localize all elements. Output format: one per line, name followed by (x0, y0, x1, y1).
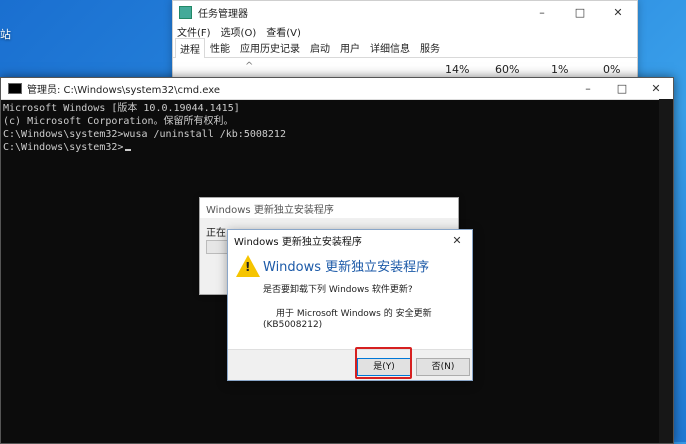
highlight-box (355, 347, 412, 379)
update-name: 用于 Microsoft Windows 的 安全更新 (276, 309, 432, 319)
dialog-heading: Windows 更新独立安装程序 (263, 260, 430, 275)
task-manager-titlebar[interactable]: 任务管理器 – □ ✕ (173, 1, 637, 23)
dialog-footer: 是(Y) 否(N) (228, 349, 472, 380)
update-kb: (KB5008212) (263, 320, 323, 330)
close-button[interactable]: ✕ (599, 6, 637, 19)
warning-icon-mark: ! (245, 260, 251, 274)
task-manager-icon (179, 5, 192, 19)
console-line: (c) Microsoft Corporation。保留所有权利。 (3, 116, 234, 127)
tab-users[interactable]: 用户 (335, 37, 365, 57)
dialog-question: 是否要卸载下列 Windows 软件更新? (263, 285, 413, 295)
uninstall-confirm-dialog: Windows 更新独立安装程序 ✕ ! Windows 更新独立安装程序 是否… (227, 229, 473, 381)
no-button[interactable]: 否(N) (416, 358, 470, 376)
dialog-title: Windows 更新独立安装程序 (234, 236, 362, 248)
tab-details[interactable]: 详细信息 (365, 37, 415, 57)
console-prompt: C:\Windows\system32> (3, 142, 124, 153)
console-line: Microsoft Windows [版本 10.0.19044.1415] (3, 103, 240, 114)
console-output[interactable]: Microsoft Windows [版本 10.0.19044.1415] (c… (1, 100, 673, 156)
console-line: C:\Windows\system32>wusa /uninstall /kb:… (3, 129, 286, 140)
tab-app-history[interactable]: 应用历史记录 (235, 37, 305, 57)
installer-progress-title[interactable]: Windows 更新独立安装程序 (200, 198, 458, 218)
minimize-button[interactable]: – (571, 82, 605, 95)
maximize-button[interactable]: □ (605, 82, 639, 95)
tab-processes[interactable]: 进程 (175, 38, 205, 58)
network-usage[interactable]: 0% (603, 63, 620, 76)
maximize-button[interactable]: □ (561, 6, 599, 19)
close-icon[interactable]: ✕ (442, 234, 472, 247)
cpu-usage[interactable]: 14% (445, 63, 469, 76)
dialog-titlebar[interactable]: Windows 更新独立安装程序 ✕ (228, 230, 472, 250)
cmd-title: 管理员: C:\Windows\system32\cmd.exe (27, 85, 221, 96)
memory-usage[interactable]: 60% (495, 63, 519, 76)
task-manager-window: 任务管理器 – □ ✕ 文件(F) 选项(O) 查看(V) 进程 性能 应用历史… (172, 0, 638, 84)
task-manager-tabs: 进程 性能 应用历史记录 启动 用户 详细信息 服务 (173, 37, 637, 58)
close-button[interactable]: ✕ (639, 82, 673, 95)
disk-usage[interactable]: 1% (551, 63, 568, 76)
console-prompt-line: C:\Windows\system32> (3, 141, 671, 154)
text-cursor (125, 149, 132, 151)
desktop-icon-label[interactable]: 站 (0, 26, 11, 42)
installer-progress-text: 正在 (206, 228, 226, 239)
cmd-titlebar[interactable]: 管理员: C:\Windows\system32\cmd.exe – □ ✕ (1, 78, 673, 100)
console-scrollbar[interactable] (659, 99, 673, 443)
sort-caret-icon[interactable]: ^ (245, 61, 253, 72)
tab-services[interactable]: 服务 (415, 37, 445, 57)
tab-startup[interactable]: 启动 (305, 37, 335, 57)
task-manager-title: 任务管理器 (198, 8, 248, 20)
tab-performance[interactable]: 性能 (205, 37, 235, 57)
console-icon (8, 83, 22, 94)
minimize-button[interactable]: – (523, 6, 561, 19)
